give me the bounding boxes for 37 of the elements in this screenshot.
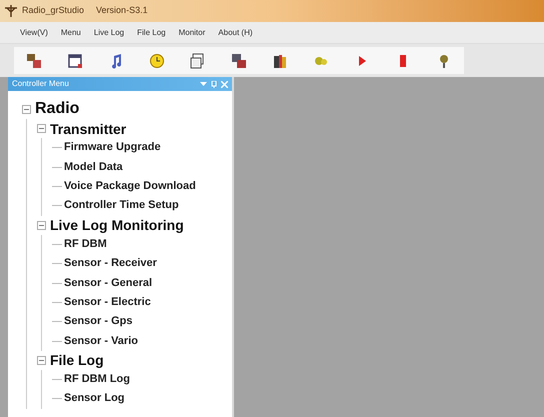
tree-item[interactable]: Voice Package Download — [64, 180, 196, 192]
tree-item[interactable]: Controller Time Setup — [64, 200, 179, 212]
computer-icon — [230, 52, 247, 68]
tree-item[interactable]: Sensor - Vario — [64, 336, 138, 347]
tree-item[interactable]: Radio — [35, 101, 80, 117]
menu-item[interactable]: View(V) — [20, 26, 48, 38]
clock-icon — [149, 52, 166, 68]
panel-title: Controller Menu — [12, 78, 70, 90]
book-icon — [272, 52, 288, 68]
tree-item[interactable]: Live Log Monitoring — [50, 218, 184, 232]
tree-item[interactable]: Firmware Upgrade — [64, 142, 161, 154]
collapse-icon[interactable] — [37, 356, 46, 365]
menu-item[interactable]: Live Log — [94, 26, 124, 38]
menu-item[interactable]: Menu — [60, 26, 81, 38]
menu-item[interactable]: About (H) — [218, 26, 253, 38]
window-icon — [67, 52, 84, 68]
menu-item[interactable]: Monitor — [178, 26, 206, 38]
collapse-icon[interactable] — [22, 104, 31, 114]
tree-item[interactable]: RF DBM Log — [64, 374, 130, 386]
collapse-icon[interactable] — [37, 124, 46, 133]
tree-item[interactable]: Transmitter — [50, 122, 126, 136]
copy-icon — [190, 52, 206, 68]
network-icon — [26, 52, 42, 68]
tree-item[interactable]: Sensor - General — [64, 278, 152, 289]
window-title: Radio_grStudio — [22, 4, 84, 18]
tree-item[interactable]: Model Data — [64, 162, 123, 173]
tree-item[interactable]: File Log — [50, 353, 104, 368]
tree-item[interactable]: Sensor - Electric — [64, 296, 151, 308]
tree-item[interactable]: Sensor - Gps — [64, 316, 132, 328]
tree-item[interactable]: Sensor Log — [64, 393, 125, 404]
antenna-icon — [4, 5, 18, 17]
dropdown-icon[interactable] — [200, 81, 207, 87]
version-label: Version-S3.1 — [96, 4, 148, 18]
collapse-icon[interactable] — [37, 220, 46, 230]
tree-item[interactable]: RF DBM — [64, 238, 107, 250]
tree-item[interactable]: Sensor - Receiver — [64, 258, 157, 270]
menu-item[interactable]: File Log — [137, 26, 166, 38]
